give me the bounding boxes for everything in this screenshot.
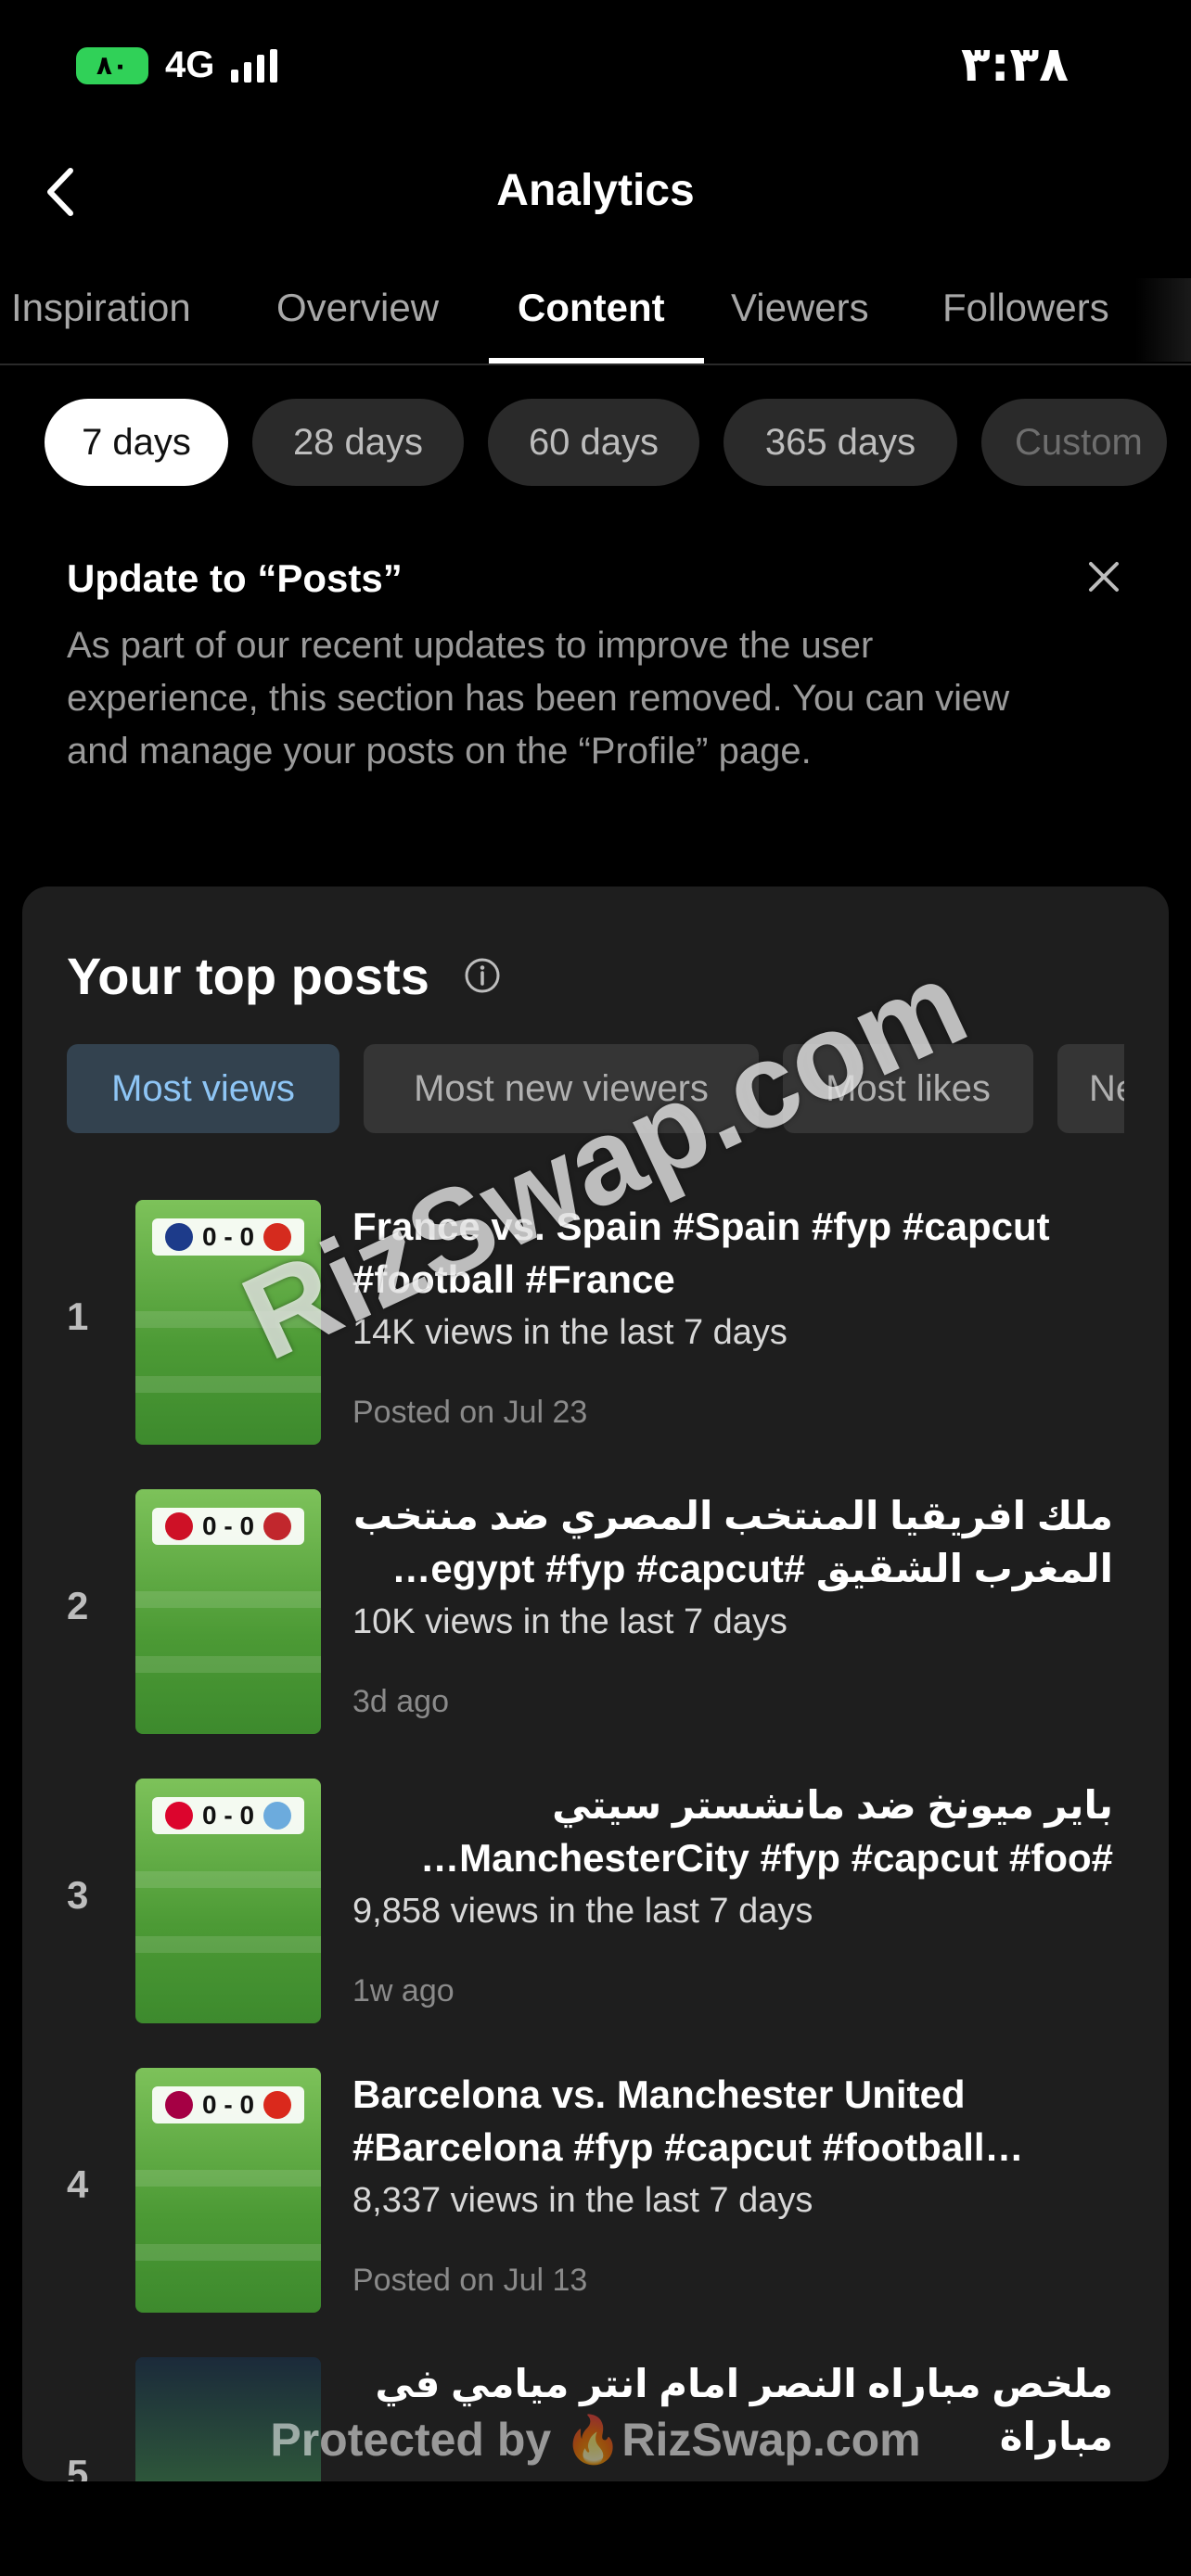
post-thumbnail[interactable]: 0 - 0 bbox=[135, 2068, 321, 2313]
analytics-tabs: Inspiration Overview Content Viewers Fol… bbox=[0, 278, 1191, 365]
team-badge-icon bbox=[263, 1512, 292, 1540]
post-rank: 3 bbox=[67, 1873, 89, 1917]
bottom-bar bbox=[0, 2481, 1191, 2576]
filter-most-views[interactable]: Most views bbox=[67, 1044, 339, 1133]
post-rank: 4 bbox=[67, 2162, 89, 2206]
battery-icon: ۸۰ bbox=[76, 46, 148, 84]
team-badge-icon bbox=[164, 1223, 193, 1251]
post-title: Barcelona vs. Manchester United #Barcelo… bbox=[352, 2072, 1024, 2169]
status-time: ۳:۳۸ bbox=[960, 37, 1069, 93]
score-text: 0 - 0 bbox=[201, 2090, 255, 2119]
team-badge-icon bbox=[263, 2091, 292, 2119]
post-views: 8,337 views in the last 7 days bbox=[352, 2181, 813, 2220]
notice-title: Update to “Posts” bbox=[67, 556, 403, 600]
post-row-2[interactable]: 2 0 - 0 ملك افريقيا المنتخب المصري ضد من… bbox=[0, 1489, 1191, 1740]
post-row-4[interactable]: 4 0 - 0 Barcelona vs. Manchester United … bbox=[0, 2068, 1191, 2318]
tabs-scroll-fade bbox=[1135, 278, 1191, 362]
period-28-days[interactable]: 28 days bbox=[252, 399, 464, 486]
post-date: Posted on Jul 23 bbox=[352, 1395, 588, 1430]
close-icon[interactable] bbox=[1083, 556, 1124, 597]
tab-overview[interactable]: Overview bbox=[276, 286, 439, 330]
tab-viewers[interactable]: Viewers bbox=[731, 286, 869, 330]
notice-body: As part of our recent updates to improve… bbox=[67, 625, 1010, 772]
post-rank: 1 bbox=[67, 1294, 89, 1338]
watermark-bottom: Protected by 🔥RizSwap.com bbox=[270, 2414, 921, 2466]
tab-content[interactable]: Content bbox=[518, 286, 665, 330]
post-views: 9,858 views in the last 7 days bbox=[352, 1892, 813, 1931]
info-icon[interactable] bbox=[464, 957, 501, 994]
post-title: باير ميونخ ضد مانشستر سيتي #ManchesterCi… bbox=[420, 1783, 1113, 1880]
period-60-days[interactable]: 60 days bbox=[488, 399, 699, 486]
period-7-days[interactable]: 7 days bbox=[45, 399, 228, 486]
score-overlay: 0 - 0 bbox=[152, 1797, 304, 1834]
tab-followers[interactable]: Followers bbox=[942, 286, 1109, 330]
team-badge-icon bbox=[263, 1802, 292, 1830]
post-views: 10K views in the last 7 days bbox=[352, 1602, 788, 1641]
team-badge-icon bbox=[164, 1802, 193, 1830]
team-badge-icon bbox=[164, 1512, 193, 1540]
page-title: Analytics bbox=[496, 166, 695, 215]
top-posts-title: Your top posts bbox=[67, 947, 429, 1005]
network-type: 4G bbox=[165, 45, 215, 85]
post-date: 1w ago bbox=[352, 1973, 455, 2009]
post-thumbnail[interactable]: 0 - 0 bbox=[135, 1779, 321, 2023]
post-title: ملك افريقيا المنتخب المصري ضد منتخب المغ… bbox=[352, 1494, 1113, 1590]
post-row-3[interactable]: 3 0 - 0 باير ميونخ ضد مانشستر سيتي #Manc… bbox=[0, 1779, 1191, 2029]
status-bar-left: ۸۰ 4G bbox=[76, 45, 278, 86]
score-overlay: 0 - 0 bbox=[152, 1508, 304, 1545]
post-date: Posted on Jul 13 bbox=[352, 2263, 588, 2298]
active-tab-indicator bbox=[489, 358, 704, 363]
team-badge-icon bbox=[164, 2091, 193, 2119]
tab-inspiration[interactable]: Inspiration bbox=[11, 286, 191, 330]
post-date: 3d ago bbox=[352, 1684, 449, 1719]
signal-icon bbox=[231, 48, 278, 83]
score-text: 0 - 0 bbox=[201, 1511, 255, 1540]
post-rank: 2 bbox=[67, 1584, 89, 1627]
score-overlay: 0 - 0 bbox=[152, 2086, 304, 2123]
score-text: 0 - 0 bbox=[201, 1801, 255, 1830]
period-custom[interactable]: Custom bbox=[981, 399, 1167, 486]
period-365-days[interactable]: 365 days bbox=[724, 399, 957, 486]
post-thumbnail[interactable]: 0 - 0 bbox=[135, 1489, 321, 1734]
score-text: 0 - 0 bbox=[201, 1222, 255, 1251]
filter-new-followers[interactable]: Ne bbox=[1057, 1044, 1124, 1133]
